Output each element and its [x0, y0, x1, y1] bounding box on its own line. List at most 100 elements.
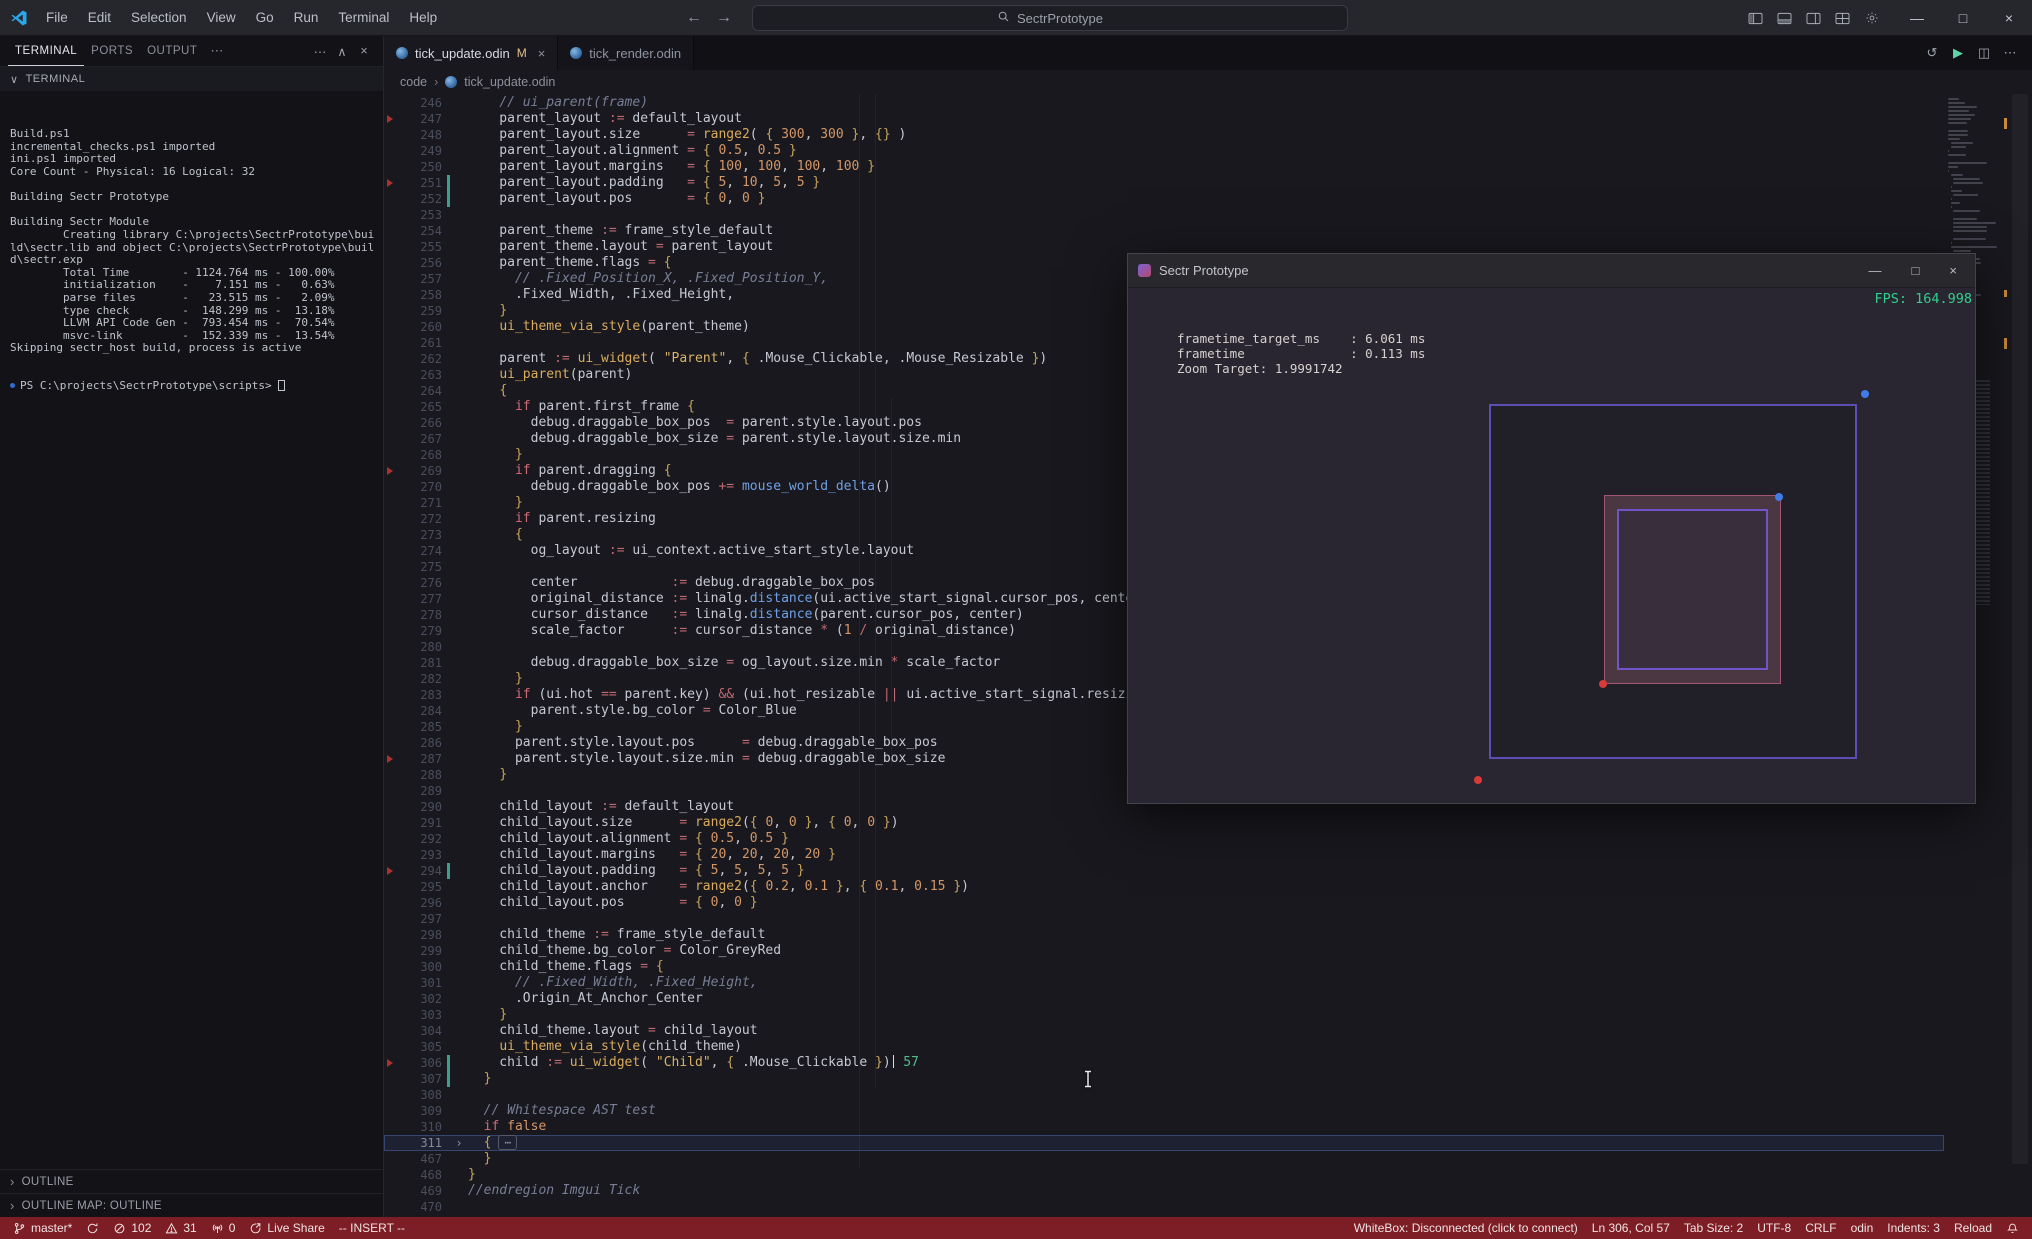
gutter-margin[interactable]	[384, 1183, 398, 1199]
history-back-button[interactable]: ←	[686, 9, 702, 27]
sectr-prototype-window[interactable]: Sectr Prototype — □ × FPS: 164.998 frame…	[1127, 253, 1976, 804]
folded-code-icon[interactable]: ⋯	[498, 1135, 518, 1150]
status-item-102[interactable]: 102	[106, 1217, 158, 1239]
status-item-ln-306-col-57[interactable]: Ln 306, Col 57	[1585, 1217, 1677, 1239]
menu-file[interactable]: File	[36, 0, 78, 36]
gutter-margin[interactable]	[384, 351, 398, 367]
gutter-margin[interactable]	[384, 767, 398, 783]
gutter-margin[interactable]	[384, 111, 398, 127]
toggle-panel-icon[interactable]	[1770, 0, 1799, 36]
gutter-margin[interactable]	[384, 1103, 398, 1119]
gutter-margin[interactable]	[384, 223, 398, 239]
app-titlebar[interactable]: Sectr Prototype — □ ×	[1128, 254, 1975, 288]
panel-more-tabs-icon[interactable]: ⋯	[204, 43, 229, 59]
gutter-margin[interactable]	[384, 911, 398, 927]
status-item-crlf[interactable]: CRLF	[1798, 1217, 1843, 1239]
gutter-margin[interactable]	[384, 479, 398, 495]
gutter-margin[interactable]	[384, 511, 398, 527]
gutter-margin[interactable]	[384, 575, 398, 591]
gutter-margin[interactable]	[384, 255, 398, 271]
gutter-margin[interactable]	[384, 431, 398, 447]
status-item-live-share[interactable]: Live Share	[242, 1217, 331, 1239]
outline-section[interactable]: › OUTLINE	[0, 1169, 383, 1193]
gutter-margin[interactable]	[384, 623, 398, 639]
gutter-margin[interactable]	[384, 95, 398, 111]
gutter-margin[interactable]	[384, 639, 398, 655]
app-viewport[interactable]: FPS: 164.998 frametime_target_ms : 6.061…	[1128, 288, 1975, 803]
app-maximize-button[interactable]: □	[1912, 263, 1920, 278]
compare-changes-icon[interactable]: ↺	[1920, 45, 1944, 61]
gutter-margin[interactable]	[384, 175, 398, 191]
gutter-margin[interactable]	[384, 1023, 398, 1039]
status-item-tab-size-2[interactable]: Tab Size: 2	[1677, 1217, 1750, 1239]
gutter-margin[interactable]	[384, 879, 398, 895]
app-close-button[interactable]: ×	[1949, 263, 1957, 278]
gutter-margin[interactable]	[384, 1167, 398, 1183]
gutter-margin[interactable]	[384, 159, 398, 175]
menu-terminal[interactable]: Terminal	[328, 0, 399, 36]
gutter-margin[interactable]	[384, 751, 398, 767]
gutter-margin[interactable]	[384, 703, 398, 719]
status-item-bell[interactable]	[1999, 1217, 2026, 1239]
gutter-margin[interactable]	[384, 927, 398, 943]
gutter-margin[interactable]	[384, 463, 398, 479]
gutter-margin[interactable]	[384, 591, 398, 607]
gutter-margin[interactable]	[384, 447, 398, 463]
fold-chevron-icon[interactable]: ›	[450, 1135, 468, 1151]
gutter-margin[interactable]	[384, 847, 398, 863]
gutter-margin[interactable]	[384, 319, 398, 335]
gutter-margin[interactable]	[384, 1055, 398, 1071]
tab-close-icon[interactable]: ×	[538, 46, 546, 61]
gutter-margin[interactable]	[384, 367, 398, 383]
panel-close-icon[interactable]: ×	[353, 44, 375, 59]
gutter-margin[interactable]	[384, 1087, 398, 1103]
gutter-margin[interactable]	[384, 495, 398, 511]
editor-tab-tick_render.odin[interactable]: tick_render.odin	[558, 36, 695, 70]
gutter-margin[interactable]	[384, 1071, 398, 1087]
status-item-odin[interactable]: odin	[1844, 1217, 1881, 1239]
gutter-margin[interactable]	[384, 303, 398, 319]
terminal-output[interactable]: Build.ps1 incremental_checks.ps1 imported…	[0, 91, 383, 1169]
gutter-margin[interactable]	[384, 287, 398, 303]
gutter-margin[interactable]	[384, 991, 398, 1007]
status-item-0[interactable]: 0	[204, 1217, 243, 1239]
status-item-master[interactable]: master*	[6, 1217, 79, 1239]
gutter-margin[interactable]	[384, 143, 398, 159]
menu-edit[interactable]: Edit	[78, 0, 121, 36]
gutter-margin[interactable]	[384, 943, 398, 959]
status-item-utf-8[interactable]: UTF-8	[1750, 1217, 1798, 1239]
split-editor-icon[interactable]: ◫	[1972, 45, 1996, 61]
outline-map-section[interactable]: › OUTLINE MAP: OUTLINE	[0, 1193, 383, 1217]
gutter-margin[interactable]	[384, 831, 398, 847]
terminal-section-header[interactable]: ∨ TERMINAL	[0, 66, 383, 91]
gutter-margin[interactable]	[384, 655, 398, 671]
gutter-margin[interactable]	[384, 815, 398, 831]
gutter-margin[interactable]	[384, 543, 398, 559]
gutter-margin[interactable]	[384, 959, 398, 975]
gutter-margin[interactable]	[384, 975, 398, 991]
gutter-margin[interactable]	[384, 239, 398, 255]
menu-view[interactable]: View	[197, 0, 246, 36]
breadcrumb-file[interactable]: tick_update.odin	[464, 75, 555, 89]
customize-layout-icon[interactable]	[1828, 0, 1857, 36]
status-item-insert[interactable]: -- INSERT --	[332, 1217, 412, 1239]
status-item-whitebox-disconnected-click-to-connect[interactable]: WhiteBox: Disconnected (click to connect…	[1347, 1217, 1585, 1239]
gutter-margin[interactable]	[384, 127, 398, 143]
gutter-margin[interactable]	[384, 399, 398, 415]
history-forward-button[interactable]: →	[716, 9, 732, 27]
window-close-button[interactable]: ×	[1986, 0, 2032, 36]
window-maximize-button[interactable]: □	[1940, 0, 1986, 36]
child-widget-box[interactable]	[1604, 495, 1781, 684]
gutter-margin[interactable]	[384, 735, 398, 751]
window-minimize-button[interactable]: —	[1894, 0, 1940, 36]
app-minimize-button[interactable]: —	[1869, 263, 1882, 278]
breadcrumb-folder[interactable]: code	[400, 75, 427, 89]
status-item-sync[interactable]	[79, 1217, 106, 1239]
menu-go[interactable]: Go	[246, 0, 284, 36]
panel-tab-ports[interactable]: PORTS	[84, 36, 140, 66]
gutter-margin[interactable]	[384, 671, 398, 687]
toggle-sidebar-icon[interactable]	[1741, 0, 1770, 36]
status-item-indents-3[interactable]: Indents: 3	[1880, 1217, 1947, 1239]
gutter-margin[interactable]	[384, 1007, 398, 1023]
gutter-margin[interactable]	[384, 687, 398, 703]
